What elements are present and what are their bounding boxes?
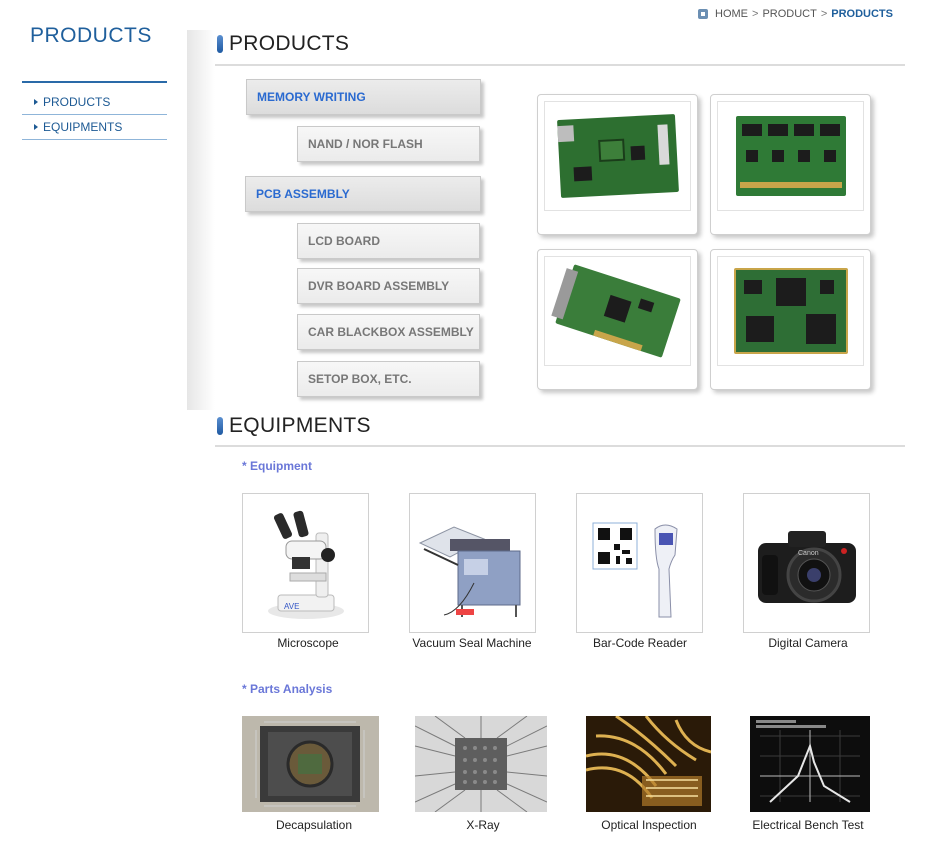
menu-memory-writing[interactable]: MEMORY WRITING <box>246 79 481 115</box>
product-photo-board-3 <box>537 249 698 390</box>
optical-inspection-image <box>586 716 711 812</box>
decapsulation-photo[interactable] <box>242 716 379 812</box>
equipment-caption: Digital Camera <box>768 636 848 650</box>
menu-lcd-board[interactable]: LCD BOARD <box>297 223 480 259</box>
equipment-card-vacuum-seal-machine[interactable] <box>409 493 536 633</box>
product-photo-board-2 <box>710 94 871 235</box>
equipment-caption: Microscope <box>277 636 339 650</box>
parts-caption: X-Ray <box>466 818 500 832</box>
equipment-subheading: * Equipment <box>242 459 313 473</box>
digital-camera-image: Canon <box>757 531 856 603</box>
section-heading-products: PRODUCTS <box>217 32 349 56</box>
section-heading-equipments: EQUIPMENTS <box>217 414 371 438</box>
menu-car-blackbox-assembly[interactable]: CAR BLACKBOX ASSEMBLY <box>297 314 480 350</box>
electrical-bench-test-photo[interactable] <box>750 716 870 812</box>
sidebar-item-equipments[interactable]: EQUIPMENTS <box>22 115 167 140</box>
menu-nand-nor-flash[interactable]: NAND / NOR FLASH <box>297 126 480 162</box>
xray-image <box>415 716 547 812</box>
home-icon <box>698 9 708 19</box>
svg-text:Canon: Canon <box>798 550 819 557</box>
equipment-card-microscope[interactable]: AVE <box>242 493 369 633</box>
sidebar-item-label: EQUIPMENTS <box>43 120 123 134</box>
sidebar-item-products[interactable]: PRODUCTS <box>22 90 167 115</box>
breadcrumb: HOME > PRODUCT > PRODUCTS <box>698 8 893 20</box>
bullet-triangle-icon <box>34 124 38 130</box>
pcb-image <box>735 116 846 196</box>
equipment-caption: Vacuum Seal Machine <box>412 636 532 650</box>
parts-analysis-subheading: * Parts Analysis <box>242 682 333 696</box>
sidebar-title: PRODUCTS <box>30 24 152 47</box>
chevron-right-icon: > <box>820 8 828 20</box>
equipment-card-barcode-reader[interactable] <box>576 493 703 633</box>
microscope-image: AVE <box>267 510 344 619</box>
menu-setop-box[interactable]: SETOP BOX, ETC. <box>297 361 480 397</box>
pcb-image <box>733 268 848 354</box>
sidebar-shadow <box>187 30 215 410</box>
vacuum-seal-machine-image <box>418 526 520 617</box>
product-photo-board-4 <box>710 249 871 390</box>
decapsulation-image <box>242 716 379 812</box>
equipment-card-digital-camera[interactable]: Canon <box>743 493 870 633</box>
equipment-caption: Bar-Code Reader <box>592 636 688 650</box>
electrical-bench-test-image <box>750 716 870 812</box>
sidebar-item-label: PRODUCTS <box>43 95 111 109</box>
xray-photo[interactable] <box>415 716 547 812</box>
menu-dvr-board-assembly[interactable]: DVR BOARD ASSEMBLY <box>297 268 480 304</box>
barcode-reader-image <box>592 522 678 618</box>
section-title: PRODUCTS <box>229 32 350 55</box>
section-divider <box>215 445 905 447</box>
sidebar-divider <box>22 81 167 83</box>
section-title: EQUIPMENTS <box>229 414 371 437</box>
breadcrumb-current: PRODUCTS <box>831 8 893 20</box>
menu-pcb-assembly[interactable]: PCB ASSEMBLY <box>245 176 481 212</box>
breadcrumb-home[interactable]: HOME <box>715 8 748 20</box>
parts-caption: Decapsulation <box>275 818 353 832</box>
chevron-right-icon: > <box>752 8 759 20</box>
parts-caption: Electrical Bench Test <box>752 818 864 832</box>
section-divider <box>215 64 905 66</box>
heading-bar-icon <box>217 35 223 53</box>
heading-bar-icon <box>217 417 223 435</box>
svg-text:AVE: AVE <box>284 602 299 611</box>
breadcrumb-product[interactable]: PRODUCT <box>762 8 816 20</box>
product-photo-board-1 <box>537 94 698 235</box>
bullet-triangle-icon <box>34 99 38 105</box>
parts-caption: Optical Inspection <box>601 818 697 832</box>
pcb-image <box>556 113 679 199</box>
optical-inspection-photo[interactable] <box>586 716 711 812</box>
pcb-image <box>550 264 681 358</box>
